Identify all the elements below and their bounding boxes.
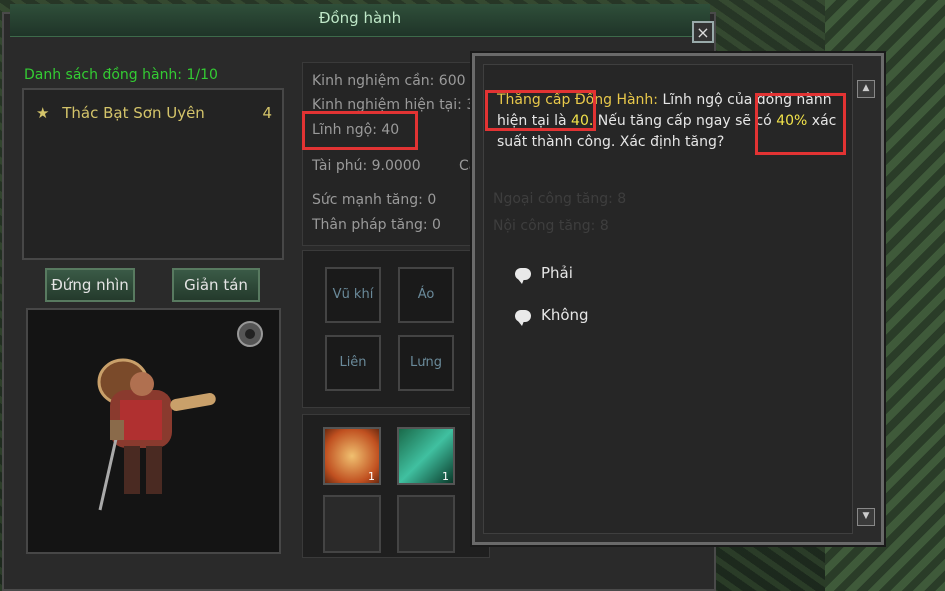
inner-power-stat: Nội công tăng: 8 <box>493 218 609 234</box>
option-yes[interactable]: Phải <box>515 264 573 284</box>
annotation-dialog-value <box>485 90 596 131</box>
slot-belt[interactable]: Lưng <box>398 335 454 391</box>
companion-list-header: Danh sách đồng hành: 1/10 <box>24 67 218 83</box>
exp-needed: Kinh nghiệm cần: 600 <box>312 73 466 89</box>
skill-locked-icon[interactable] <box>323 495 381 553</box>
companion-list: ★ Thác Bạt Sơn Uyên 4 <box>22 88 284 260</box>
slot-necklace[interactable]: Liên <box>325 335 381 391</box>
scroll-up-icon[interactable]: ▲ <box>857 80 875 98</box>
list-item[interactable]: ★ Thác Bạt Sơn Uyên 4 <box>36 104 272 122</box>
annotation-comprehension <box>302 111 418 150</box>
watch-button[interactable]: Đứng nhìn <box>45 268 135 302</box>
slot-weapon[interactable]: Vũ khí <box>325 267 381 323</box>
annotation-rate <box>755 93 846 155</box>
star-icon: ★ <box>36 104 50 122</box>
outer-power-stat: Ngoại công tăng: 8 <box>493 191 627 207</box>
character-figure <box>97 321 263 511</box>
strength-stat: Sức mạnh tăng: 0 <box>312 192 437 208</box>
dismiss-button[interactable]: Giản tán <box>172 268 260 302</box>
slot-armor[interactable]: Áo <box>398 267 454 323</box>
skill-count: 1 <box>442 470 449 483</box>
equipment-panel: Vũ khí Áo Liên Lưng <box>302 250 490 408</box>
wealth-stat: Tài phú: 9.0000 <box>312 158 421 174</box>
skill-count: 1 <box>368 470 375 483</box>
option-no-label: Không <box>541 306 589 324</box>
skill-panel: 1 1 <box>302 414 490 558</box>
dialog-text-2: Nếu tăng cấp ngay sẽ có <box>593 113 777 129</box>
stats-panel: Kinh nghiệm cần: 600 Kinh nghiệm hiện tạ… <box>302 62 520 246</box>
speech-bubble-icon <box>515 309 531 326</box>
option-no[interactable]: Không <box>515 306 589 326</box>
skill-fire-icon[interactable]: 1 <box>323 427 381 485</box>
skill-wind-icon[interactable]: 1 <box>397 427 455 485</box>
companion-portrait <box>26 308 281 554</box>
speech-bubble-icon <box>515 267 531 284</box>
companion-name: Thác Bạt Sơn Uyên <box>62 104 205 122</box>
companion-level: 4 <box>262 104 272 122</box>
close-button[interactable]: × <box>692 21 714 43</box>
agility-stat: Thân pháp tăng: 0 <box>312 217 441 233</box>
option-yes-label: Phải <box>541 264 573 282</box>
skill-locked-icon[interactable] <box>397 495 455 553</box>
scroll-down-icon[interactable]: ▼ <box>857 508 875 526</box>
window-title: Đồng hành <box>10 4 710 37</box>
